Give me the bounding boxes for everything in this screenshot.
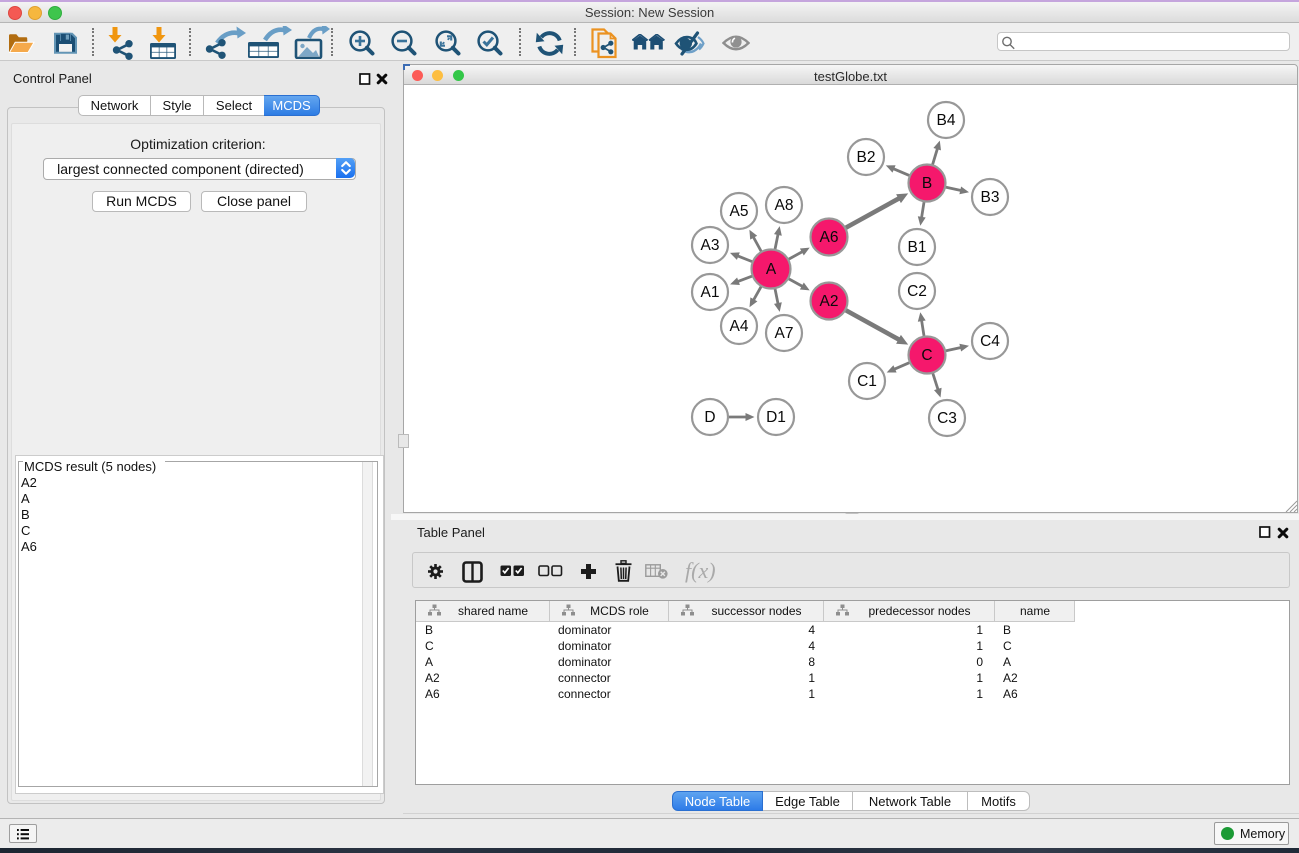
svg-text:A1: A1 — [701, 284, 720, 301]
svg-text:B: B — [922, 175, 932, 192]
svg-text:C2: C2 — [907, 283, 927, 300]
svg-text:A7: A7 — [775, 325, 794, 342]
svg-text:D: D — [704, 409, 715, 426]
svg-text:A2: A2 — [820, 293, 839, 310]
svg-text:A: A — [766, 261, 777, 278]
svg-text:A4: A4 — [730, 318, 749, 335]
svg-text:A3: A3 — [701, 237, 720, 254]
svg-text:B1: B1 — [908, 239, 927, 256]
svg-text:C1: C1 — [857, 373, 877, 390]
svg-text:B2: B2 — [857, 149, 876, 166]
svg-text:B3: B3 — [981, 189, 1000, 206]
svg-text:C4: C4 — [980, 333, 1000, 350]
svg-text:C: C — [921, 347, 932, 364]
svg-text:A8: A8 — [775, 197, 794, 214]
svg-text:D1: D1 — [766, 409, 786, 426]
svg-text:B4: B4 — [937, 112, 956, 129]
svg-text:A5: A5 — [730, 203, 749, 220]
svg-text:C3: C3 — [937, 410, 957, 427]
svg-text:A6: A6 — [820, 229, 839, 246]
